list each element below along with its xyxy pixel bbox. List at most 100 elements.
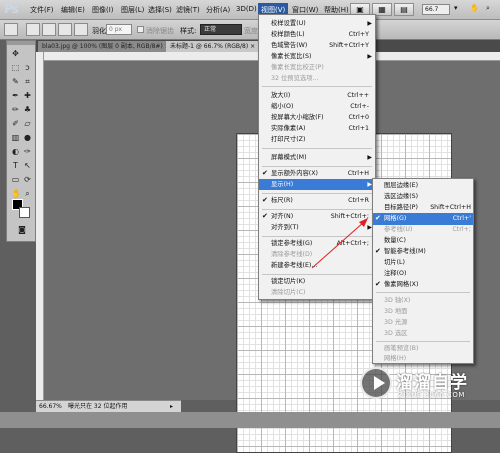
background-color-swatch[interactable]	[19, 207, 30, 218]
quick-select-tool-icon[interactable]: ✎	[11, 77, 20, 86]
submenu-item-layer-edges[interactable]: 图层边缘(E)	[373, 180, 473, 192]
options-bar: 羽化: 0 px 消除锯齿 样式: 正常 宽度	[0, 20, 500, 40]
pen-tool-icon[interactable]: ✑	[23, 147, 32, 156]
vertical-ruler	[36, 52, 44, 400]
menu-file[interactable]: 文件(F)	[30, 5, 54, 15]
tab-untitled-1[interactable]: 未标题-1 @ 66.7% (RGB/8) ×	[166, 41, 260, 52]
new-selection-icon[interactable]	[26, 23, 40, 36]
menu-item-show[interactable]: 显示(H) ▶	[259, 179, 375, 190]
width-label: 宽度	[244, 27, 258, 35]
tab-bla03[interactable]: bla03.jpg @ 100% (图层 0 副本, RGB/8#) ×	[38, 41, 174, 52]
3d-rotate-tool-icon[interactable]: ⟳	[23, 175, 32, 184]
marquee-tool-preset-icon[interactable]	[4, 23, 18, 36]
subtract-selection-icon[interactable]	[58, 23, 72, 36]
menu-separator	[262, 86, 372, 87]
menu-item-extras[interactable]: ✔ 显示额外内容(X) Ctrl+H	[259, 168, 375, 179]
submenu-item-3d-ground[interactable]: 3D 地面	[373, 306, 473, 318]
menu-filter[interactable]: 滤镜(T)	[176, 5, 200, 15]
arrange-button[interactable]: ▤	[394, 3, 414, 16]
menu-item-fit-screen[interactable]: 按屏幕大小缩放(F) Ctrl+0	[259, 112, 375, 123]
submenu-item-3d-light[interactable]: 3D 光源	[373, 317, 473, 329]
add-selection-icon[interactable]	[42, 23, 56, 36]
style-label: 样式:	[180, 27, 197, 35]
menu-item-snap[interactable]: ✔ 对齐(N) Shift+Ctrl+;	[259, 211, 375, 222]
menu-item-snap-to[interactable]: 对齐到(T) ▶	[259, 222, 375, 233]
zoom-tool-icon[interactable]: ⌕	[486, 4, 490, 13]
menu-separator	[262, 274, 372, 275]
submenu-item-smart-guides[interactable]: ✔ 智能参考线(M)	[373, 246, 473, 258]
toolbox-handle[interactable]	[7, 41, 35, 45]
submenu-item-count[interactable]: 数量(C)	[373, 235, 473, 247]
submenu-item-3d-selection[interactable]: 3D 选区	[373, 328, 473, 340]
watermark-logo: 溜溜自学 ZIXUE.3066.COM	[356, 362, 496, 408]
menu-item-zoom-out[interactable]: 缩小(O) Ctrl+-	[259, 101, 375, 112]
quick-mask-icon[interactable]: ◙	[16, 225, 28, 234]
menu-item-proof-setup[interactable]: 校样设置(U) ▶	[259, 18, 375, 29]
menu-layer[interactable]: 图层(L)	[121, 5, 144, 15]
stamp-tool-icon[interactable]: ♣	[23, 105, 32, 114]
lasso-tool-icon[interactable]: ↄ	[23, 63, 32, 72]
menu-item-proof-colors[interactable]: 校样颜色(L) Ctrl+Y	[259, 29, 375, 40]
menu-item-new-guide[interactable]: 新建参考线(E)...	[259, 260, 375, 271]
menu-item-lock-guides[interactable]: 锁定参考线(G) Alt+Ctrl+;	[259, 238, 375, 249]
menu-3d[interactable]: 3D(D)	[236, 5, 257, 13]
crop-tool-icon[interactable]: ⌗	[23, 77, 32, 86]
history-brush-tool-icon[interactable]: ✐	[11, 119, 20, 128]
menu-analysis[interactable]: 分析(A)	[206, 5, 230, 15]
zoom-tool-box-icon[interactable]: ⌕	[23, 189, 32, 198]
hand-icon[interactable]: ✋	[470, 4, 479, 12]
eyedropper-tool-icon[interactable]: ✒	[11, 91, 20, 100]
dodge-tool-icon[interactable]: ◐	[11, 147, 20, 156]
status-zoom[interactable]: 66.67%	[39, 401, 62, 412]
menu-item-print-size[interactable]: 打印尺寸(Z)	[259, 134, 375, 145]
eraser-tool-icon[interactable]: ▱	[23, 119, 32, 128]
menu-edit[interactable]: 编辑(E)	[61, 5, 85, 15]
submenu-separator	[376, 292, 470, 293]
zoom-dropdown-icon[interactable]: ▾	[454, 4, 458, 12]
menu-item-pixel-aspect-correction[interactable]: 像素长宽比校正(P)	[259, 62, 375, 73]
healing-tool-icon[interactable]: ✚	[23, 91, 32, 100]
shape-tool-icon[interactable]: ▭	[11, 175, 20, 184]
submenu-item-guides[interactable]: 参考线(U) Ctrl+;	[373, 224, 473, 236]
menu-item-32bit-preview[interactable]: 32 位预览选项...	[259, 73, 375, 84]
menu-item-rulers[interactable]: ✔ 标尺(R) Ctrl+R	[259, 195, 375, 206]
toolbox: ✥ ⬚ ↄ ✎ ⌗ ✒ ✚ ✏ ♣ ✐ ▱ ▥ ● ◐ ✑ T ↖ ▭ ⟳ ✋ …	[6, 40, 36, 242]
submenu-item-notes[interactable]: 注释(O)	[373, 268, 473, 280]
submenu-item-selection-edges[interactable]: 选区边缘(S)	[373, 191, 473, 203]
menu-item-gamut-warning[interactable]: 色域警告(W) Shift+Ctrl+Y	[259, 40, 375, 51]
type-tool-icon[interactable]: T	[11, 161, 20, 170]
blur-tool-icon[interactable]: ●	[23, 133, 32, 142]
menu-item-clear-guides[interactable]: 清除参考线(D)	[259, 249, 375, 260]
menu-select[interactable]: 选择(S)	[148, 5, 172, 15]
submenu-item-slices[interactable]: 切片(L)	[373, 257, 473, 269]
brush-tool-icon[interactable]: ✏	[11, 105, 20, 114]
submenu-item-grid[interactable]: ✔ 网格(G) Ctrl+'	[373, 213, 473, 225]
menu-separator	[262, 166, 372, 167]
menu-item-zoom-in[interactable]: 放大(I) Ctrl++	[259, 90, 375, 101]
move-tool-icon[interactable]: ✥	[11, 49, 20, 58]
menu-item-clear-slices[interactable]: 清除切片(C)	[259, 287, 375, 298]
zoom-level[interactable]: 66.7	[422, 4, 450, 15]
submenu-separator	[376, 341, 470, 342]
submenu-item-3d-axis[interactable]: 3D 轴(X)	[373, 295, 473, 307]
check-icon: ✔	[375, 214, 381, 222]
path-select-tool-icon[interactable]: ↖	[23, 161, 32, 170]
status-arrow-icon[interactable]: ▸	[170, 401, 173, 412]
status-message: 曝光只在 32 位起作用	[68, 403, 128, 410]
menu-item-actual-pixels[interactable]: 实际像素(A) Ctrl+1	[259, 123, 375, 134]
menu-separator	[262, 148, 372, 149]
hand-tool-icon[interactable]: ✋	[11, 189, 21, 198]
style-select[interactable]: 正常	[200, 24, 242, 35]
menu-item-pixel-aspect[interactable]: 像素长宽比(S) ▶	[259, 51, 375, 62]
marquee-tool-icon[interactable]: ⬚	[11, 63, 20, 72]
menu-item-lock-slices[interactable]: 锁定切片(K)	[259, 276, 375, 287]
antialias-checkbox[interactable]	[137, 26, 144, 33]
feather-input[interactable]: 0 px	[106, 24, 132, 35]
menu-image[interactable]: 图像(I)	[92, 5, 114, 15]
menu-item-screen-mode[interactable]: 屏幕模式(M) ▶	[259, 152, 375, 163]
intersect-selection-icon[interactable]	[74, 23, 88, 36]
taskbar-band	[0, 412, 500, 428]
gradient-tool-icon[interactable]: ▥	[11, 133, 20, 142]
submenu-item-pixel-grid[interactable]: ✔ 像素网格(X)	[373, 279, 473, 291]
submenu-item-target-path[interactable]: 目标路径(P) Shift+Ctrl+H	[373, 202, 473, 214]
